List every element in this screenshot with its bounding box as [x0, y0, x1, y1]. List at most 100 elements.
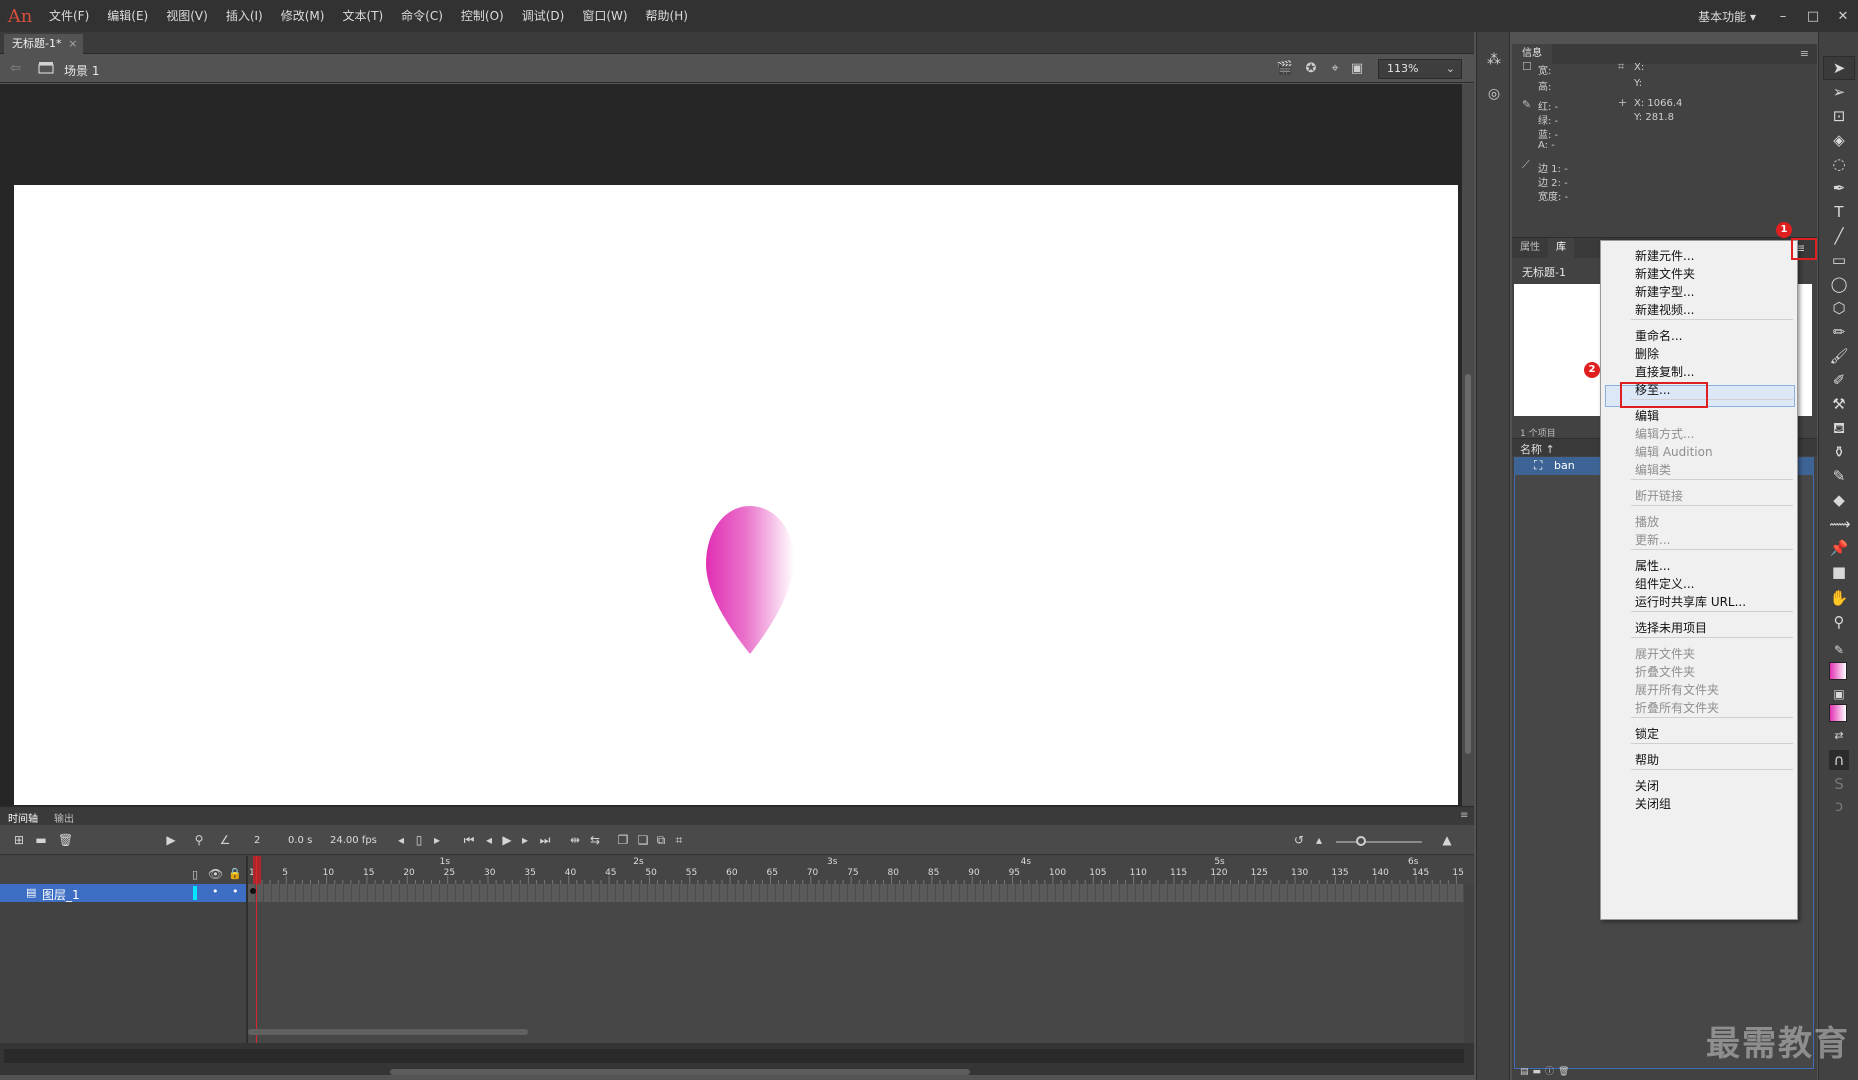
selection-tool-icon[interactable]: ➤ — [1829, 58, 1849, 78]
swap-colors-icon[interactable]: ⇄ — [1829, 726, 1849, 746]
menu-item-lock[interactable]: 锁定 — [1601, 723, 1797, 745]
workspace-switcher[interactable]: 基本功能 ▾ — [1686, 8, 1768, 25]
menu-text[interactable]: 文本(T) — [333, 0, 392, 32]
text-tool-icon[interactable]: T — [1829, 202, 1849, 222]
bone-tool-icon[interactable]: ⚒ — [1829, 394, 1849, 414]
clip-stage-icon[interactable]: ▣ — [1348, 61, 1366, 77]
brush-tool-icon[interactable]: ✐ — [1829, 370, 1849, 390]
layer-frames[interactable] — [248, 884, 1464, 902]
menu-view[interactable]: 视图(V) — [157, 0, 217, 32]
lock-icon[interactable]: 🔒 — [228, 867, 242, 880]
insert-keyframe-icon[interactable]: ▯ — [412, 833, 426, 847]
fill-color-icon[interactable]: ▣ — [1829, 684, 1849, 704]
eyedropper-tool-icon[interactable]: ✎ — [1829, 466, 1849, 486]
panel-menu-icon[interactable]: ≡ — [1800, 47, 1809, 60]
maximize-button[interactable]: □ — [1798, 9, 1828, 24]
onion-outline-icon[interactable]: ❏ — [636, 833, 650, 847]
frame-size-slider-knob[interactable] — [1356, 836, 1366, 846]
menu-item-runtime-shared-library-url[interactable]: 运行时共享库 URL... — [1601, 591, 1797, 613]
step-back-icon[interactable]: ◂ — [482, 833, 496, 847]
stroke-color-swatch[interactable] — [1829, 662, 1847, 680]
line-tool-icon[interactable]: ╱ — [1829, 226, 1849, 246]
subselection-tool-icon[interactable]: ➢ — [1829, 82, 1849, 102]
new-layer-icon[interactable]: ⊞ — [12, 833, 26, 847]
snap-magnet-icon[interactable]: ∩ — [1829, 750, 1849, 770]
tab-library[interactable]: 库 — [1548, 238, 1574, 258]
camera-tool-icon[interactable]: ■ — [1829, 562, 1849, 582]
elapsed-time[interactable]: 0.0 s — [288, 835, 312, 846]
motion-presets-icon[interactable]: ⁂ — [1485, 52, 1503, 70]
undo-icon[interactable]: ↺ — [1292, 833, 1306, 847]
hand-tool-icon[interactable]: ✋ — [1829, 588, 1849, 608]
pen-tool-icon[interactable]: ✒ — [1829, 178, 1849, 198]
current-frame[interactable]: 2 — [254, 835, 260, 846]
menu-insert[interactable]: 插入(I) — [217, 0, 272, 32]
menu-modify[interactable]: 修改(M) — [272, 0, 334, 32]
pin-tool-icon[interactable]: 📌 — [1829, 538, 1849, 558]
delete-layer-icon[interactable]: 🗑 — [58, 833, 73, 847]
fill-color-swatch[interactable] — [1829, 704, 1847, 722]
smooth-icon[interactable]: S — [1829, 774, 1849, 794]
camera-icon[interactable]: ▶ — [164, 833, 178, 847]
lasso-tool-icon[interactable]: ◌ — [1829, 154, 1849, 174]
layer-color-swatch[interactable] — [193, 886, 197, 900]
menu-item-select-unused-items[interactable]: 选择未用项目 — [1601, 617, 1797, 639]
tab-timeline[interactable]: 时间轴 — [8, 810, 38, 825]
go-to-last-icon[interactable]: ⏭ — [538, 833, 552, 848]
center-stage-icon[interactable]: ⌖ — [1326, 61, 1344, 77]
free-transform-tool-icon[interactable]: ⊡ — [1829, 106, 1849, 126]
minimize-button[interactable]: – — [1768, 9, 1798, 24]
menu-help[interactable]: 帮助(H) — [637, 0, 697, 32]
small-frames-icon[interactable]: ▴ — [1312, 833, 1326, 847]
tab-output[interactable]: 输出 — [54, 810, 74, 825]
pencil-tool-icon[interactable]: ✏ — [1829, 322, 1849, 342]
name-column-header[interactable]: 名称 ↑ — [1520, 441, 1555, 457]
3d-rotation-tool-icon[interactable]: ◈ — [1829, 130, 1849, 150]
rectangle-tool-icon[interactable]: ▭ — [1829, 250, 1849, 270]
timeline-scrollbar[interactable] — [248, 1027, 1464, 1037]
menu-commands[interactable]: 命令(C) — [392, 0, 452, 32]
library-footer-icons[interactable]: ▤▬ⓘ🗑 — [1520, 1064, 1573, 1077]
polystar-tool-icon[interactable]: ⬡ — [1829, 298, 1849, 318]
edit-symbols-icon[interactable]: ✪ — [1302, 61, 1320, 77]
document-tab[interactable]: 无标题-1* × — [4, 34, 84, 54]
large-frames-icon[interactable]: ▲ — [1440, 833, 1454, 847]
panel-menu-icon[interactable]: ≡ — [1460, 810, 1468, 821]
menu-window[interactable]: 窗口(W) — [573, 0, 636, 32]
straighten-icon[interactable]: ↄ — [1829, 796, 1849, 816]
paint-bucket-tool-icon[interactable]: ⛾ — [1829, 418, 1849, 438]
step-forward-icon[interactable]: ▸ — [518, 833, 532, 847]
frame-ruler[interactable]: 1 5 10 15 20 25 30 35 40 45 50 55 60 65 70 75 80 85 90 95 10… — [248, 856, 1464, 884]
eye-icon[interactable]: 👁 — [208, 867, 223, 881]
bottom-scrollbar[interactable] — [390, 1069, 970, 1075]
back-arrow-icon[interactable]: ⇦ — [10, 61, 21, 76]
loop-icon[interactable]: ⇹ — [568, 833, 582, 847]
cc-libraries-icon[interactable]: ◎ — [1485, 86, 1503, 104]
oval-tool-icon[interactable]: ◯ — [1829, 274, 1849, 294]
stage-canvas[interactable] — [14, 185, 1458, 805]
edit-multiple-frames-icon[interactable]: ⧉ — [654, 833, 668, 848]
prev-keyframe-icon[interactable]: ◂ — [394, 833, 408, 847]
eraser-tool-icon[interactable]: ◆ — [1829, 490, 1849, 510]
new-folder-icon[interactable]: ▬ — [34, 833, 48, 847]
stroke-color-icon[interactable]: ✎ — [1829, 640, 1849, 660]
modify-markers-icon[interactable]: ⌗ — [672, 833, 686, 848]
zoom-tool-icon[interactable]: ⚲ — [1829, 612, 1849, 632]
tab-info[interactable]: 信息 — [1512, 44, 1552, 64]
menu-item-close-group[interactable]: 关闭组 — [1601, 793, 1797, 815]
timeline-divider[interactable] — [246, 856, 248, 1052]
menu-item-help[interactable]: 帮助 — [1601, 749, 1797, 771]
stage-vertical-scrollbar[interactable] — [1462, 84, 1474, 806]
visibility-dot[interactable]: • — [212, 885, 219, 898]
layer-name[interactable]: 图层_1 — [42, 886, 80, 903]
paint-brush-tool-icon[interactable]: 🖌 — [1829, 346, 1849, 366]
width-tool-icon[interactable]: ⟿ — [1829, 514, 1851, 534]
menu-debug[interactable]: 调试(D) — [513, 0, 574, 32]
play-icon[interactable]: ▶ — [500, 833, 514, 847]
outline-toggle-icon[interactable]: ▯ — [192, 868, 198, 881]
frame-rate[interactable]: 24.00 fps — [330, 835, 377, 846]
playhead[interactable] — [253, 856, 261, 884]
menu-control[interactable]: 控制(O) — [452, 0, 513, 32]
onion-skin-icon[interactable]: ❐ — [616, 833, 630, 847]
menu-item-new-video[interactable]: 新建视频... — [1601, 299, 1797, 321]
